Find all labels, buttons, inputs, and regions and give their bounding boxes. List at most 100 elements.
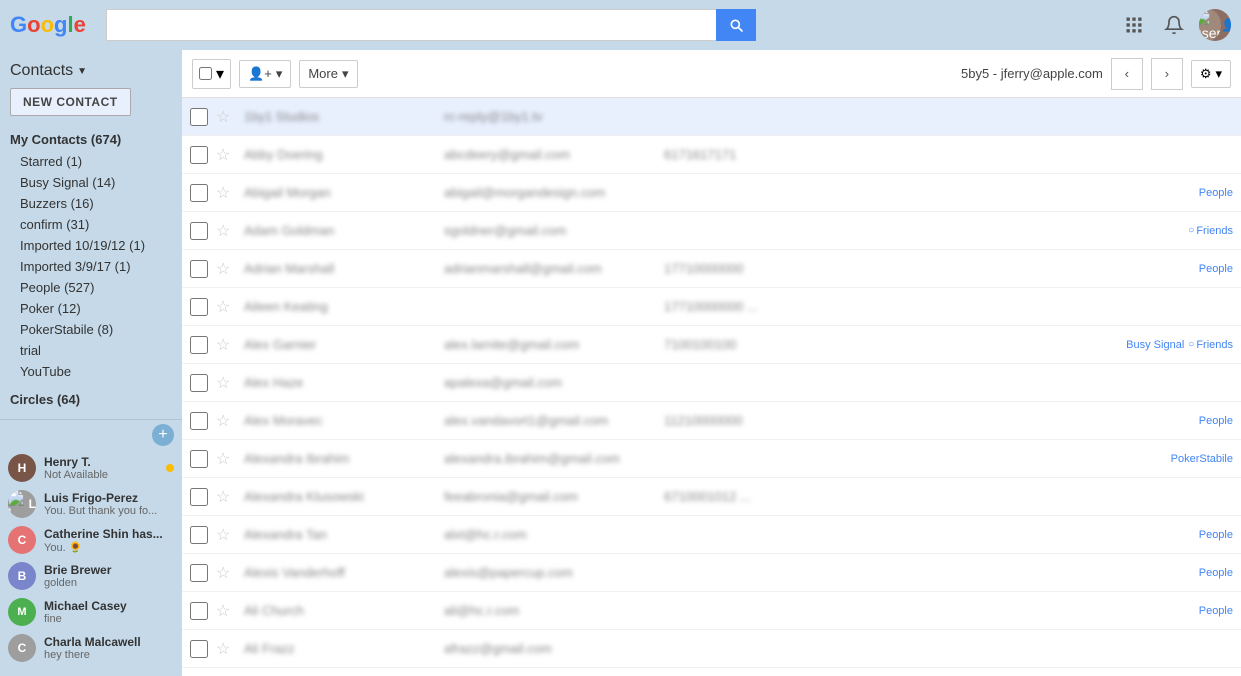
contact-checkbox[interactable] <box>190 108 208 126</box>
sidebar-item-starred[interactable]: Starred (1) <box>0 151 182 172</box>
contact-checkbox[interactable] <box>190 184 208 202</box>
search-input[interactable] <box>106 9 716 41</box>
sidebar-item-poker[interactable]: Poker (12) <box>0 298 182 319</box>
chat-user-catherine[interactable]: C Catherine Shin has... You. 🌻 <box>0 522 182 558</box>
chat-user-michael[interactable]: M Michael Casey fine <box>0 594 182 630</box>
contact-checkbox[interactable] <box>190 602 208 620</box>
tag-people[interactable]: People <box>1199 529 1233 541</box>
contact-email: apalexa@gmail.com <box>444 375 664 390</box>
chat-user-henry[interactable]: H Henry T. Not Available <box>0 450 182 486</box>
sidebar-item-people[interactable]: People (527) <box>0 277 182 298</box>
search-button[interactable] <box>716 9 756 41</box>
next-page-button[interactable]: › <box>1151 58 1183 90</box>
contact-checkbox[interactable] <box>190 564 208 582</box>
chat-user-name-brie: Brie Brewer <box>44 563 174 577</box>
add-chat-button[interactable]: + <box>152 424 174 446</box>
tag-friends[interactable]: Friends <box>1188 225 1233 237</box>
more-button[interactable]: More ▾ <box>299 60 357 88</box>
tag-people[interactable]: People <box>1199 567 1233 579</box>
chat-user-charla[interactable]: C Charla Malcawell hey there <box>0 630 182 666</box>
tag-busy-signal[interactable]: Busy Signal <box>1126 339 1184 351</box>
contact-checkbox[interactable] <box>190 488 208 506</box>
star-icon[interactable]: ☆ <box>216 449 236 469</box>
contact-checkbox[interactable] <box>190 222 208 240</box>
star-icon[interactable]: ☆ <box>216 297 236 317</box>
contact-checkbox[interactable] <box>190 640 208 658</box>
sidebar-item-youtube[interactable]: YouTube <box>0 361 182 382</box>
sidebar-item-imported-1[interactable]: Imported 10/19/12 (1) <box>0 235 182 256</box>
contact-checkbox[interactable] <box>190 450 208 468</box>
notifications-icon[interactable] <box>1159 10 1189 40</box>
sidebar-item-buzzers[interactable]: Buzzers (16) <box>0 193 182 214</box>
star-icon[interactable]: ☆ <box>216 373 236 393</box>
tag-friends[interactable]: Friends <box>1188 339 1233 351</box>
contact-name: Ali Frazz <box>244 641 444 656</box>
circles-section[interactable]: Circles (64) <box>0 388 182 411</box>
star-icon[interactable]: ☆ <box>216 601 236 621</box>
table-row[interactable]: ☆ Aileen Keating 17710000000 ... <box>182 288 1241 326</box>
tag-people[interactable]: People <box>1199 187 1233 199</box>
add-contact-icon: 👤+ <box>248 66 272 82</box>
select-all-checkbox[interactable]: ▾ <box>192 59 231 89</box>
sidebar-item-confirm[interactable]: confirm (31) <box>0 214 182 235</box>
table-row[interactable]: ☆ Alexis Vanderhoff alexis@papercup.com … <box>182 554 1241 592</box>
sidebar-item-pokerstabile[interactable]: PokerStabile (8) <box>0 319 182 340</box>
prev-page-button[interactable]: ‹ <box>1111 58 1143 90</box>
table-row[interactable]: ☆ Alexandra Klusowski feeabronia@gmail.c… <box>182 478 1241 516</box>
contact-checkbox[interactable] <box>190 298 208 316</box>
star-icon[interactable]: ☆ <box>216 183 236 203</box>
chat-user-brie[interactable]: B Brie Brewer golden <box>0 558 182 594</box>
table-row[interactable]: ☆ Ali Frazz afrazz@gmail.com <box>182 630 1241 668</box>
sidebar-item-trial[interactable]: trial <box>0 340 182 361</box>
star-icon[interactable]: ☆ <box>216 259 236 279</box>
table-row[interactable]: ☆ Alexandra Tan alxt@hc.r.com People <box>182 516 1241 554</box>
sidebar-item-busy-signal[interactable]: Busy Signal (14) <box>0 172 182 193</box>
new-contact-button[interactable]: NEW CONTACT <box>10 88 131 116</box>
star-icon[interactable]: ☆ <box>216 411 236 431</box>
tag-people[interactable]: People <box>1199 263 1233 275</box>
table-row[interactable]: ☆ Ali Church ali@hc.r.com People <box>182 592 1241 630</box>
star-icon[interactable]: ☆ <box>216 145 236 165</box>
contact-checkbox[interactable] <box>190 260 208 278</box>
chat-user-luis[interactable]: L Luis Frigo-Perez You. But thank you fo… <box>0 486 182 522</box>
table-row[interactable]: ☆ Abigail Morgan abigail@morgandesign.co… <box>182 174 1241 212</box>
table-row[interactable]: ☆ 1by1 Studios rc-reply@1by1.tv <box>182 98 1241 136</box>
table-row[interactable]: ☆ Abby Doering abcdeery@gmail.com 617161… <box>182 136 1241 174</box>
star-icon[interactable]: ☆ <box>216 335 236 355</box>
apps-icon[interactable] <box>1119 10 1149 40</box>
tag-pokerstabile[interactable]: PokerStabile <box>1171 453 1233 465</box>
star-icon[interactable]: ☆ <box>216 563 236 583</box>
table-row[interactable]: ☆ Alex Moravec alex.vandavort1@gmail.com… <box>182 402 1241 440</box>
star-icon[interactable]: ☆ <box>216 487 236 507</box>
contact-checkbox[interactable] <box>190 412 208 430</box>
select-all-arrow[interactable]: ▾ <box>216 64 224 84</box>
contact-checkbox[interactable] <box>190 146 208 164</box>
account-info: 5by5 - jferry@apple.com <box>961 66 1103 81</box>
avatar[interactable]: 👤 <box>1199 9 1231 41</box>
table-row[interactable]: ☆ Alexandra Ibrahim alexandra.ibrahim@gm… <box>182 440 1241 478</box>
table-row[interactable]: ☆ Alex Garnier alex.larnite@gmail.com 71… <box>182 326 1241 364</box>
select-all-input[interactable] <box>199 67 212 80</box>
settings-button[interactable]: ⚙ ▾ <box>1191 60 1231 88</box>
star-icon[interactable]: ☆ <box>216 221 236 241</box>
add-contact-toolbar-button[interactable]: 👤+ ▾ <box>239 60 291 88</box>
table-row[interactable]: ☆ Adam Goldman sgoldner@gmail.com Friend… <box>182 212 1241 250</box>
my-contacts-section[interactable]: My Contacts (674) <box>0 128 182 151</box>
contacts-header[interactable]: Contacts ▼ <box>0 58 182 88</box>
tag-people[interactable]: People <box>1199 415 1233 427</box>
contact-email: alxt@hc.r.com <box>444 527 664 542</box>
contact-checkbox[interactable] <box>190 374 208 392</box>
star-icon[interactable]: ☆ <box>216 525 236 545</box>
contact-checkbox[interactable] <box>190 336 208 354</box>
table-row[interactable]: ☆ Alex Haze apalexa@gmail.com <box>182 364 1241 402</box>
star-icon[interactable]: ☆ <box>216 107 236 127</box>
star-icon[interactable]: ☆ <box>216 639 236 659</box>
contact-email: abcdeery@gmail.com <box>444 147 664 162</box>
table-row[interactable]: ☆ Adrian Marshall adrianmarshall@gmail.c… <box>182 250 1241 288</box>
contact-checkbox[interactable] <box>190 526 208 544</box>
table-row[interactable]: ☆ Ali Isard ali-1111-1111 <box>182 668 1241 676</box>
contact-name: Alex Haze <box>244 375 444 390</box>
sidebar-item-imported-2[interactable]: Imported 3/9/17 (1) <box>0 256 182 277</box>
chat-user-status-henry: Not Available <box>44 469 158 481</box>
tag-people[interactable]: People <box>1199 605 1233 617</box>
